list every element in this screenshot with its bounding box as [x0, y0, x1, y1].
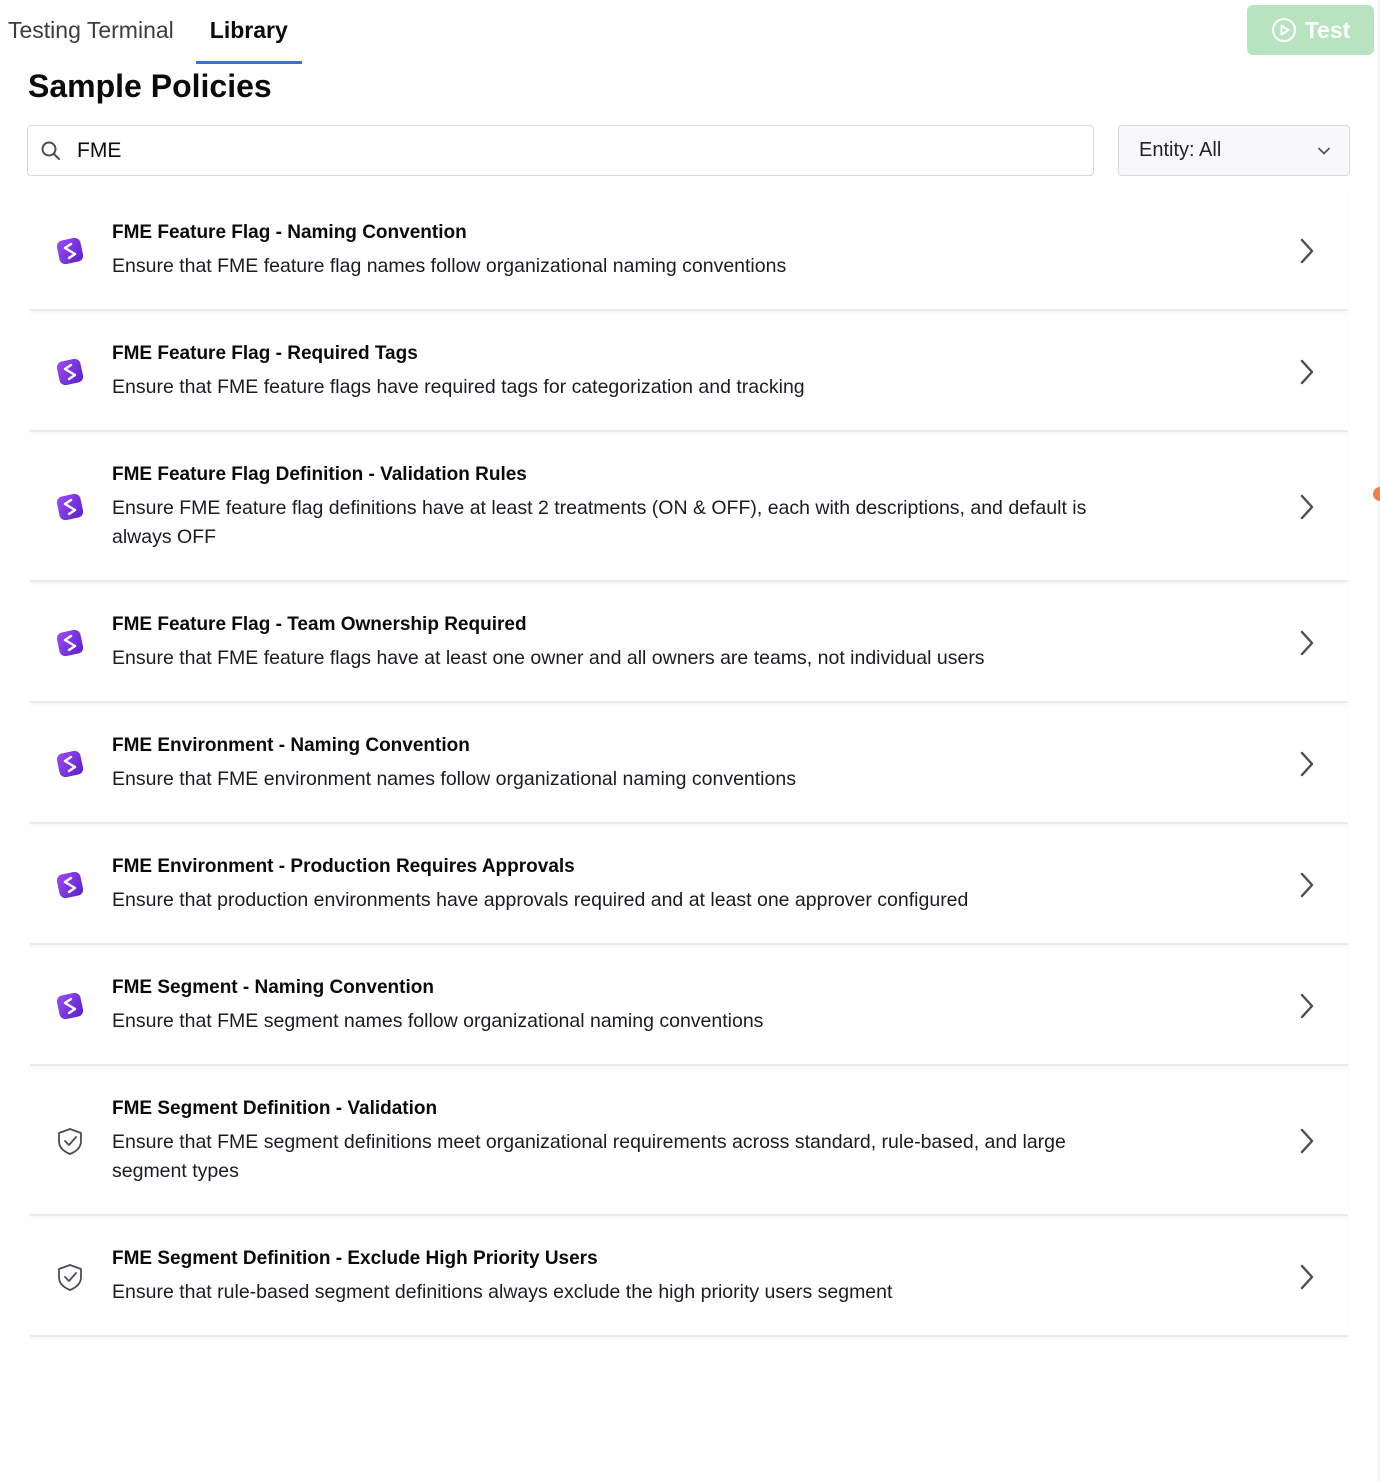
entity-filter-label: Entity: All [1139, 139, 1222, 161]
chevron-right-icon[interactable] [1298, 750, 1316, 778]
policy-name: FME Segment Definition - Validation [112, 1098, 438, 1119]
policy-text: FME Feature Flag - Team Ownership Requir… [112, 582, 1092, 701]
tab-bar: Testing Terminal Library [0, 0, 302, 64]
test-button-label: Test [1304, 16, 1351, 43]
policy-item[interactable]: FME Segment Definition - Exclude High Pr… [30, 1216, 1348, 1337]
policy-name: FME Segment - Naming Convention [112, 977, 434, 998]
policy-description: Ensure FME feature flag definitions have… [112, 497, 1087, 548]
fme-logo-icon [54, 491, 86, 523]
policy-item[interactable]: FME Segment Definition - Validation Ensur… [30, 1066, 1348, 1216]
policy-description: Ensure that FME environment names follow… [112, 768, 796, 790]
shield-check-icon [54, 1261, 86, 1293]
policy-name: FME Environment - Naming Convention [112, 735, 470, 756]
policy-text: FME Environment - Naming Convention Ensur… [112, 703, 1092, 822]
search-box [27, 125, 1094, 176]
tab-library[interactable]: Library [195, 0, 302, 64]
fme-logo-icon [54, 356, 86, 388]
policy-item[interactable]: FME Environment - Naming Convention Ensur… [30, 703, 1348, 824]
chevron-right-icon[interactable] [1298, 237, 1316, 265]
policy-text: FME Feature Flag - Required Tags Ensure t… [112, 311, 1092, 430]
shield-check-icon [54, 1125, 86, 1157]
policy-text: FME Feature Flag Definition - Validation… [112, 432, 1092, 580]
test-button[interactable]: Test [1247, 5, 1374, 55]
policy-text: FME Segment Definition - Validation Ensur… [112, 1066, 1092, 1214]
policy-name: FME Segment Definition - Exclude High Pr… [112, 1248, 598, 1269]
policy-text: FME Segment Definition - Exclude High Pr… [112, 1216, 1092, 1335]
policy-item[interactable]: FME Environment - Production Requires Ap… [30, 824, 1348, 945]
entity-filter-dropdown[interactable]: Entity: All [1118, 125, 1350, 176]
fme-logo-icon [54, 627, 86, 659]
policy-name: FME Environment - Production Requires Ap… [112, 856, 575, 877]
chevron-right-icon[interactable] [1298, 1263, 1316, 1291]
policy-name: FME Feature Flag - Team Ownership Requir… [112, 614, 527, 635]
policy-text: FME Feature Flag - Naming Convention Ensu… [112, 190, 1092, 309]
chevron-right-icon[interactable] [1298, 493, 1316, 521]
policy-name: FME Feature Flag - Naming Convention [112, 222, 467, 243]
tab-testing-terminal[interactable]: Testing Terminal [0, 0, 182, 64]
fme-logo-icon [54, 869, 86, 901]
policy-item[interactable]: FME Segment - Naming Convention Ensure th… [30, 945, 1348, 1066]
policy-description: Ensure that FME feature flags have requi… [112, 376, 805, 398]
policy-item[interactable]: FME Feature Flag Definition - Validation… [30, 432, 1348, 582]
policy-item[interactable]: FME Feature Flag - Naming Convention Ensu… [30, 190, 1348, 311]
policy-description: Ensure that rule-based segment definitio… [112, 1281, 893, 1303]
fme-logo-icon [54, 235, 86, 267]
page-title: Sample Policies [28, 68, 272, 104]
policy-description: Ensure that FME feature flags have at le… [112, 647, 985, 669]
play-circle-icon [1271, 18, 1296, 42]
fme-logo-icon [54, 990, 86, 1022]
policy-text: FME Environment - Production Requires Ap… [112, 824, 1092, 943]
chevron-right-icon[interactable] [1298, 629, 1316, 657]
policy-name: FME Feature Flag - Required Tags [112, 343, 418, 364]
policy-description: Ensure that FME segment definitions meet… [112, 1131, 1066, 1182]
policy-description: Ensure that production environments have… [112, 889, 969, 911]
chevron-down-icon [1318, 147, 1330, 154]
fme-logo-icon [54, 748, 86, 780]
policy-item[interactable]: FME Feature Flag - Team Ownership Requir… [30, 582, 1348, 703]
policy-name: FME Feature Flag Definition - Validation… [112, 464, 527, 485]
chevron-right-icon[interactable] [1298, 1127, 1316, 1155]
chevron-right-icon[interactable] [1298, 358, 1316, 386]
chevron-right-icon[interactable] [1298, 992, 1316, 1020]
policy-list: FME Feature Flag - Naming Convention Ensu… [30, 190, 1348, 1337]
policy-description: Ensure that FME segment names follow org… [112, 1010, 764, 1032]
policy-text: FME Segment - Naming Convention Ensure th… [112, 945, 1092, 1064]
scroll-indicator [1373, 487, 1380, 501]
search-icon [41, 141, 60, 160]
chevron-right-icon[interactable] [1298, 871, 1316, 899]
policy-item[interactable]: FME Feature Flag - Required Tags Ensure t… [30, 311, 1348, 432]
policy-description: Ensure that FME feature flag names follo… [112, 255, 787, 277]
search-input[interactable] [77, 138, 1037, 163]
